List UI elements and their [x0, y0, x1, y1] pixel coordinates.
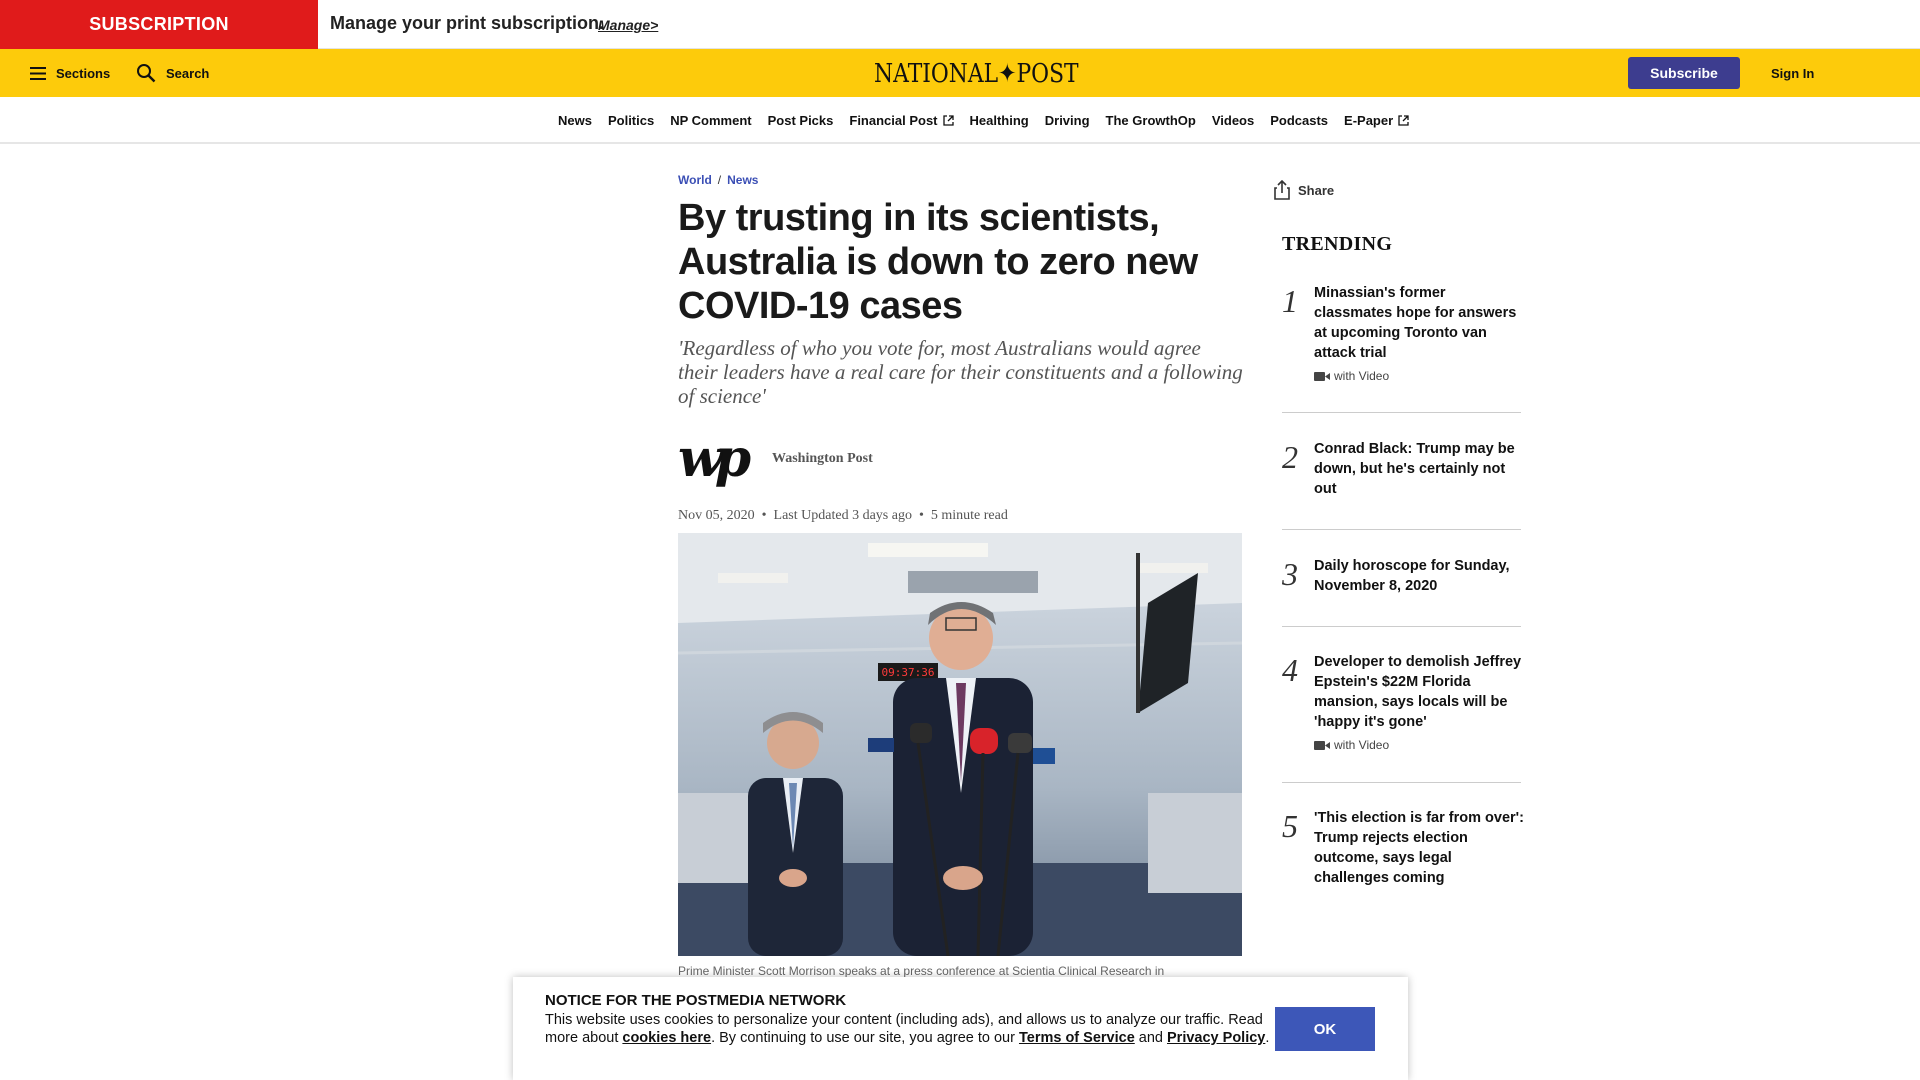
breadcrumb-separator: / [717, 173, 722, 187]
trending-heading: TRENDING [1282, 233, 1393, 255]
video-camera-icon [1314, 371, 1330, 381]
article-meta: Nov 05, 2020 • Last Updated 3 days ago • 5 m… [678, 508, 1008, 524]
with-video-label: with Video [1334, 738, 1390, 752]
cookie-body: This website uses cookies to personalize… [545, 1011, 1275, 1047]
nav-item-label: Politics [607, 113, 655, 128]
terms-link[interactable]: Terms of Service [1019, 1030, 1135, 1046]
subscribe-button[interactable]: Subscribe [1628, 57, 1740, 89]
nav-item-label: E-Paper [1344, 113, 1394, 128]
external-link-icon [942, 115, 954, 126]
nav-item-videos[interactable]: Videos [1212, 113, 1254, 128]
video-camera-icon [1314, 740, 1330, 750]
read-time: 5 minute read [930, 508, 1008, 523]
author-name[interactable]: Washington Post [772, 451, 873, 467]
search-icon [137, 64, 156, 83]
with-video-badge: with Video [1314, 738, 1389, 752]
trending-rank: 4 [1282, 652, 1298, 688]
nav-item-label: News [558, 113, 592, 128]
share-label: Share [1298, 182, 1335, 198]
breadcrumb: World / News [678, 173, 758, 187]
photo-caption: Prime Minister Scott Morrison speaks at … [678, 964, 1165, 978]
nav-item-label: Podcasts [1270, 113, 1329, 128]
nav-item-label: Post Picks [767, 113, 834, 128]
search-button[interactable]: Search [136, 49, 209, 97]
sign-in-link[interactable]: Sign In [1771, 66, 1814, 81]
meta-dot: • [918, 508, 924, 523]
trending-rank: 3 [1282, 556, 1298, 592]
article-title: By trusting in its scientists, Australia… [678, 197, 1198, 327]
trending-title[interactable]: Daily horoscope for Sunday, November 8, … [1314, 556, 1526, 596]
author-block: wp Washington Post [678, 428, 873, 490]
nav-item-label: Financial Post [849, 113, 938, 128]
external-link-icon [1398, 115, 1409, 126]
cookie-text: . [1265, 1030, 1270, 1046]
trending-rank: 2 [1282, 439, 1298, 475]
nav-item-label: Videos [1211, 113, 1255, 128]
sections-label: Sections [56, 65, 111, 81]
nav-item-label: The GrowthOp [1105, 113, 1196, 128]
nav-item-label: Healthing [969, 113, 1029, 128]
trending-divider [1282, 626, 1521, 627]
trending-title[interactable]: Conrad Black: Trump may be down, but he'… [1314, 439, 1526, 499]
trending-rank: 5 [1282, 808, 1298, 844]
cookie-text: . By continuing to use our site, you agr… [711, 1030, 1019, 1046]
trending-divider [1282, 529, 1521, 530]
trending-title[interactable]: Minassian's former classmates hope for a… [1314, 283, 1526, 363]
nav-item-financial-post[interactable]: Financial Post [849, 113, 954, 128]
nav-item-label: NP Comment [670, 113, 752, 128]
photo-clock-text: 09:37:36 [882, 666, 935, 679]
cookie-text: and [1134, 1030, 1168, 1046]
nav-item-news[interactable]: News [558, 113, 592, 128]
subscription-bar: SUBSCRIPTION Manage your print subscript… [0, 0, 1920, 49]
nav-list: News Politics NP Comment Post Picks Financia… [558, 97, 1425, 144]
publish-date: Nov 05, 2020 [678, 508, 755, 523]
nav-item-post-picks[interactable]: Post Picks [768, 113, 834, 128]
washington-post-logo[interactable]: wp [678, 428, 751, 490]
sections-button[interactable]: Sections [30, 49, 110, 97]
meta-dot: • [761, 508, 767, 523]
trending-rank: 1 [1282, 283, 1298, 319]
with-video-badge: with Video [1314, 369, 1389, 383]
with-video-label: with Video [1334, 369, 1390, 383]
breadcrumb-news[interactable]: News [727, 173, 758, 187]
nav-item-driving[interactable]: Driving [1045, 113, 1090, 128]
breadcrumb-world[interactable]: World [678, 173, 712, 187]
cookie-heading: NOTICE FOR THE POSTMEDIA NETWORK [545, 992, 847, 1009]
nav-item-np-comment[interactable]: NP Comment [670, 113, 751, 128]
nav-item-healthing[interactable]: Healthing [970, 113, 1029, 128]
primary-nav: News Politics NP Comment Post Picks Financia… [0, 97, 1920, 144]
nav-item-label: Driving [1044, 113, 1090, 128]
press-conference-image: 09:37:36 [678, 533, 1242, 956]
menu-icon [30, 66, 46, 80]
trending-title[interactable]: 'This election is far from over': Trump … [1314, 808, 1526, 888]
manage-subscription-link[interactable]: Manage> [598, 17, 658, 33]
subscription-tag[interactable]: SUBSCRIPTION [0, 0, 318, 49]
nav-item-politics[interactable]: Politics [608, 113, 654, 128]
cookies-link[interactable]: cookies here [622, 1030, 711, 1046]
subscription-message: Manage your print subscription. [330, 13, 605, 33]
article-photo[interactable]: 09:37:36 [678, 533, 1242, 956]
trending-divider [1282, 412, 1521, 413]
nav-item-e-paper[interactable]: E-Paper [1344, 113, 1409, 128]
trending-divider [1282, 782, 1521, 783]
search-label: Search [166, 65, 210, 81]
last-updated: Last Updated 3 days ago [773, 508, 912, 523]
share-button[interactable]: Share [1274, 180, 1334, 200]
nav-item-the-growthop[interactable]: The GrowthOp [1106, 113, 1196, 128]
trending-title[interactable]: Developer to demolish Jeffrey Epstein's … [1314, 652, 1526, 732]
share-icon [1274, 180, 1290, 200]
article-dek: 'Regardless of who you vote for, most Au… [678, 336, 1243, 408]
site-header: Sections Search NATIONAL✦POST Subscribe … [0, 49, 1920, 97]
cookie-notice: NOTICE FOR THE POSTMEDIA NETWORK This we… [513, 977, 1408, 1080]
cookie-ok-button[interactable]: OK [1275, 1007, 1375, 1051]
privacy-link[interactable]: Privacy Policy [1167, 1030, 1265, 1046]
nav-item-podcasts[interactable]: Podcasts [1270, 113, 1328, 128]
national-post-logo[interactable]: NATIONAL✦POST [874, 59, 1079, 89]
